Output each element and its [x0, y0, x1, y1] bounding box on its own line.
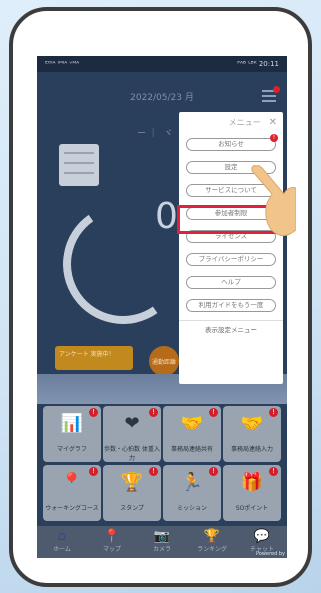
tile-stamp[interactable]: 🏆! スタンプ — [103, 465, 161, 521]
alert-badge: ! — [89, 408, 98, 417]
pin-icon: 📍 — [60, 472, 84, 493]
info-card[interactable] — [59, 144, 99, 186]
camera-icon: 📷 — [153, 529, 171, 544]
pointing-hand-icon — [251, 165, 296, 237]
app-subtitle: ー ︳ヾ — [137, 129, 175, 139]
tile-walking-course[interactable]: 📍! ウォーキングコース — [43, 465, 101, 521]
menu-title: メニュー — [228, 117, 261, 127]
tile-label: ウォーキングコース — [45, 505, 99, 512]
watermark: Powered by — [256, 551, 285, 557]
menu-item-label: お知らせ — [218, 140, 244, 148]
heart-icon: ❤ — [124, 413, 140, 434]
alert-badge: ! — [270, 134, 278, 142]
tile-mission[interactable]: 🏃! ミッション — [163, 465, 221, 521]
menu-item-privacy[interactable]: プライバシーポリシー — [186, 253, 276, 266]
menu-item-label: プライバシーポリシー — [198, 255, 264, 263]
display-settings-label: 表示設定メニュー — [205, 326, 257, 334]
notification-dot — [273, 86, 280, 93]
tile-label: 歩数・心拍数 体重入力 — [104, 446, 160, 462]
current-date: 2022/05/23 月 — [130, 93, 194, 103]
alert-badge: ! — [209, 467, 218, 476]
nav-ranking[interactable]: 🏆 ランキング — [187, 526, 237, 558]
alert-badge: ! — [149, 467, 158, 476]
menu-item-guide-again[interactable]: 利用ガイドをもう一度 — [186, 299, 276, 312]
gift-icon: 🎁 — [240, 472, 264, 493]
graph-icon: 📊 — [60, 413, 84, 434]
tile-steps-input[interactable]: ❤! 歩数・心拍数 体重入力 — [103, 406, 161, 462]
status-right: ᴾᴬᴮ ᴸᴮᴷ 20:11 — [237, 60, 279, 68]
tile-label: スタンプ — [120, 505, 144, 512]
alert-badge: ! — [149, 408, 158, 417]
tile-points[interactable]: 🎁! SOポイント — [223, 465, 281, 521]
nav-camera[interactable]: 📷 カメラ — [137, 526, 187, 558]
survey-banner-text: アンケート 実施中！ — [59, 351, 115, 358]
alert-badge: ! — [89, 467, 98, 476]
alert-badge: ! — [269, 467, 278, 476]
trophy-icon: 🏆 — [120, 472, 144, 493]
nav-label: ランキング — [197, 546, 227, 553]
home-icon: ⌂ — [57, 529, 67, 544]
close-icon[interactable]: ✕ — [269, 117, 277, 128]
trophy-icon: 🏆 — [203, 529, 221, 544]
alert-badge: ! — [209, 408, 218, 417]
menu-item-label: ヘルプ — [221, 278, 241, 286]
handshake-icon: 🤝 — [180, 413, 204, 434]
menu-item-label: 利用ガイドをもう一度 — [198, 301, 264, 309]
commute-distance-label: 通勤距離 — [151, 358, 176, 366]
nav-label: マップ — [102, 546, 121, 553]
tile-label: 事務局連絡入力 — [230, 446, 273, 453]
survey-banner[interactable]: アンケート 実施中！ — [55, 346, 133, 370]
display-settings-menu[interactable]: 表示設定メニュー — [179, 320, 283, 338]
status-bar: ᴱᴼᴵᴬ ᴵᴹᴵᴬ ᵛᴹᴬ ᴾᴬᴮ ᴸᴮᴷ 20:11 — [37, 56, 287, 72]
tile-label: マイグラフ — [57, 446, 87, 453]
menu-item-notices[interactable]: お知らせ! — [186, 134, 278, 151]
runner-icon: 🏃 — [180, 472, 204, 493]
commute-distance-button[interactable]: 通勤距離 — [149, 346, 179, 376]
app-screen: ᴱᴼᴵᴬ ᴵᴹᴵᴬ ᵛᴹᴬ ᴾᴬᴮ ᴸᴮᴷ 20:11 2022/05/23 月… — [37, 56, 287, 558]
alert-badge: ! — [269, 408, 278, 417]
step-count: 0 — [155, 196, 178, 237]
handshake-icon: 🤝 — [240, 413, 264, 434]
tile-label: SOポイント — [235, 505, 269, 512]
tile-my-graph[interactable]: 📊! マイグラフ — [43, 406, 101, 462]
menu-item-label: 設定 — [224, 163, 238, 171]
nav-label: ホーム — [53, 546, 71, 553]
tile-label: 事務局連絡共有 — [170, 446, 213, 453]
menu-header: メニュー ✕ — [179, 112, 283, 132]
menu-item-help[interactable]: ヘルプ — [186, 276, 276, 289]
side-menu: メニュー ✕ お知らせ! 設定 サービスについて 参加者制限 ライセンス プライ… — [179, 112, 283, 384]
tile-office-input[interactable]: 🤝! 事務局連絡入力 — [223, 406, 281, 462]
nav-map[interactable]: 📍 マップ — [87, 526, 137, 558]
tile-office-share[interactable]: 🤝! 事務局連絡共有 — [163, 406, 221, 462]
nav-label: カメラ — [152, 546, 171, 553]
nav-home[interactable]: ⌂ ホーム — [37, 526, 87, 558]
status-left: ᴱᴼᴵᴬ ᴵᴹᴵᴬ ᵛᴹᴬ — [45, 60, 80, 68]
bottom-navigation: ⌂ ホーム 📍 マップ 📷 カメラ 🏆 ランキング 💬 チャット — [37, 526, 287, 558]
map-pin-icon: 📍 — [103, 529, 121, 544]
feature-grid: 📊! マイグラフ ❤! 歩数・心拍数 体重入力 🤝! 事務局連絡共有 🤝! 事務局連絡入… — [43, 406, 283, 521]
tile-label: ミッション — [176, 505, 207, 512]
chat-icon: 💬 — [253, 529, 271, 544]
